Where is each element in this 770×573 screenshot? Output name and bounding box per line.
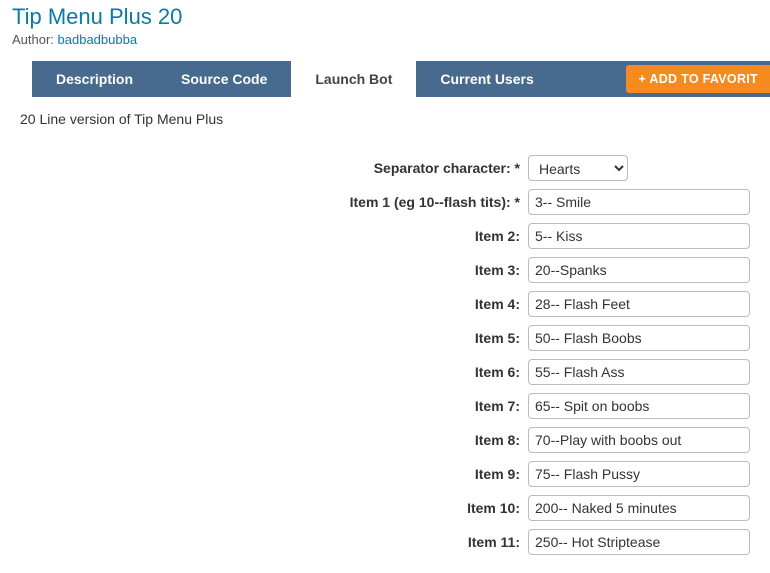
item-input[interactable]: [528, 325, 750, 351]
item-label: Item 2:: [20, 228, 528, 244]
item-row: Item 3:: [20, 257, 760, 283]
separator-row: Separator character: * Hearts: [20, 155, 760, 181]
item-row: Item 9:: [20, 461, 760, 487]
add-to-favorites-button[interactable]: + ADD TO FAVORIT: [626, 65, 770, 93]
author-link[interactable]: badbadbubba: [58, 32, 138, 47]
content-panel: 20 Line version of Tip Menu Plus Separat…: [0, 97, 770, 573]
item-row: Item 8:: [20, 427, 760, 453]
item-input[interactable]: [528, 393, 750, 419]
item-input[interactable]: [528, 291, 750, 317]
item-input[interactable]: [528, 359, 750, 385]
tab-source-code[interactable]: Source Code: [157, 61, 291, 97]
item-label: Item 9:: [20, 466, 528, 482]
item-label: Item 11:: [20, 534, 528, 550]
tab-launch-bot[interactable]: Launch Bot: [291, 61, 416, 97]
item-row: Item 1 (eg 10--flash tits): *: [20, 189, 760, 215]
description-text: 20 Line version of Tip Menu Plus: [20, 111, 760, 127]
tab-bar: Description Source Code Launch Bot Curre…: [32, 61, 770, 97]
item-input[interactable]: [528, 427, 750, 453]
separator-label: Separator character: *: [20, 160, 528, 176]
item-input[interactable]: [528, 461, 750, 487]
page-title: Tip Menu Plus 20: [0, 0, 770, 32]
item-row: Item 7:: [20, 393, 760, 419]
item-input[interactable]: [528, 495, 750, 521]
item-label: Item 6:: [20, 364, 528, 380]
item-label: Item 5:: [20, 330, 528, 346]
item-label: Item 4:: [20, 296, 528, 312]
tab-description[interactable]: Description: [32, 61, 157, 97]
author-line: Author: badbadbubba: [0, 32, 770, 61]
item-label: Item 8:: [20, 432, 528, 448]
item-input[interactable]: [528, 223, 750, 249]
item-row: Item 4:: [20, 291, 760, 317]
separator-select[interactable]: Hearts: [528, 155, 628, 181]
item-input[interactable]: [528, 189, 750, 215]
tab-current-users[interactable]: Current Users: [416, 61, 557, 97]
item-row: Item 5:: [20, 325, 760, 351]
item-label: Item 3:: [20, 262, 528, 278]
item-input[interactable]: [528, 529, 750, 555]
item-row: Item 6:: [20, 359, 760, 385]
item-input[interactable]: [528, 257, 750, 283]
item-row: Item 10:: [20, 495, 760, 521]
item-row: Item 11:: [20, 529, 760, 555]
item-label: Item 7:: [20, 398, 528, 414]
item-label: Item 1 (eg 10--flash tits): *: [20, 194, 528, 210]
item-label: Item 10:: [20, 500, 528, 516]
item-row: Item 2:: [20, 223, 760, 249]
author-label: Author:: [12, 32, 58, 47]
